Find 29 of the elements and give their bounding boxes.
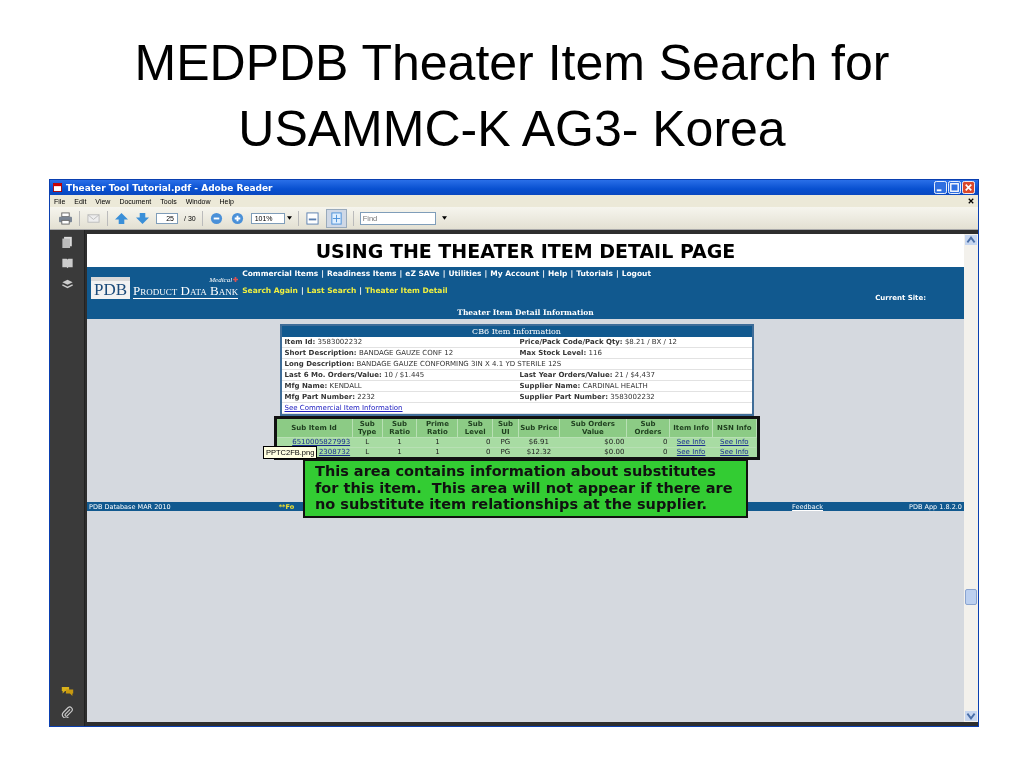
- caret-icon[interactable]: [286, 216, 292, 220]
- panel-title: CB6 Item Information: [472, 327, 561, 336]
- scroll-down-icon[interactable]: [965, 711, 977, 721]
- scroll-up-icon[interactable]: [965, 235, 977, 245]
- callout: This area contains information about substitutes for this item. This area will not appear if there are no substitute item relationships at the supplier.: [303, 459, 748, 518]
- close-button[interactable]: [962, 181, 975, 194]
- comment-icon[interactable]: [60, 685, 74, 697]
- close-icon[interactable]: [968, 198, 974, 204]
- paperclip-icon[interactable]: [60, 706, 74, 718]
- up-arrow-icon[interactable]: [114, 211, 129, 225]
- down-arrow-icon[interactable]: [135, 211, 150, 225]
- pages-icon[interactable]: [60, 236, 74, 248]
- printer-icon[interactable]: [58, 211, 73, 225]
- slide-title: MEDPDB Theater Item Search for USAMMC-K AG3- Korea: [133, 34, 891, 159]
- zoom-out-icon[interactable]: [208, 211, 224, 225]
- maximize-button[interactable]: [948, 181, 961, 194]
- minimize-button[interactable]: [934, 181, 947, 194]
- document-icon: [53, 183, 62, 192]
- layers-icon[interactable]: [60, 278, 74, 290]
- zoom-in-icon[interactable]: [229, 211, 245, 225]
- fit-page-icon[interactable]: [325, 208, 347, 228]
- cross-icon: [233, 277, 239, 282]
- scroll-thumb[interactable]: [965, 589, 977, 606]
- scrollbar[interactable]: [964, 234, 978, 722]
- caret-icon[interactable]: [441, 216, 447, 220]
- book-icon[interactable]: [60, 257, 74, 269]
- page-heading: USING THE THEATER ITEM DETAIL PAGE: [315, 239, 736, 262]
- window-title: Theater Tool Tutorial.pdf - Adobe Reader: [66, 182, 273, 193]
- fit-width-icon[interactable]: [304, 211, 320, 225]
